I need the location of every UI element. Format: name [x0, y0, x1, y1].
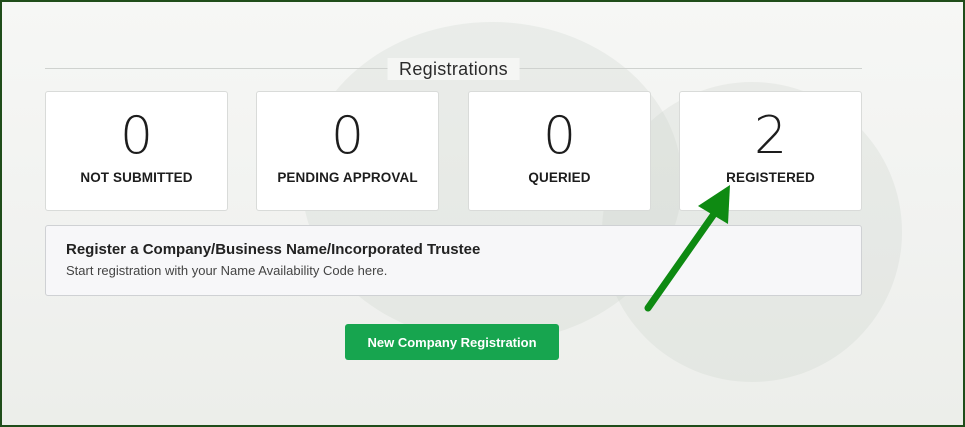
stat-card-registered[interactable]: 2 REGISTERED — [679, 91, 862, 211]
stat-label: NOT SUBMITTED — [80, 170, 193, 185]
stat-count: 0 — [542, 106, 577, 166]
stat-count: 2 — [753, 106, 788, 166]
stat-count: 0 — [330, 106, 365, 166]
stat-label: REGISTERED — [726, 170, 815, 185]
stat-card-pending-approval[interactable]: 0 PENDING APPROVAL — [256, 91, 439, 211]
register-heading: Register a Company/Business Name/Incorpo… — [66, 241, 481, 258]
stat-card-queried[interactable]: 0 QUERIED — [468, 91, 651, 211]
stat-card-not-submitted[interactable]: 0 NOT SUBMITTED — [45, 91, 228, 211]
register-subtext: Start registration with your Name Availa… — [66, 263, 388, 278]
stat-count: 0 — [119, 106, 154, 166]
section-header: Registrations — [45, 58, 862, 80]
new-company-registration-button[interactable]: New Company Registration — [345, 324, 559, 360]
register-info-box: Register a Company/Business Name/Incorpo… — [45, 225, 862, 296]
stat-label: QUERIED — [528, 170, 591, 185]
stat-label: PENDING APPROVAL — [277, 170, 418, 185]
section-title: Registrations — [387, 58, 520, 80]
page-frame: Registrations 0 NOT SUBMITTED 0 PENDING … — [0, 0, 965, 427]
